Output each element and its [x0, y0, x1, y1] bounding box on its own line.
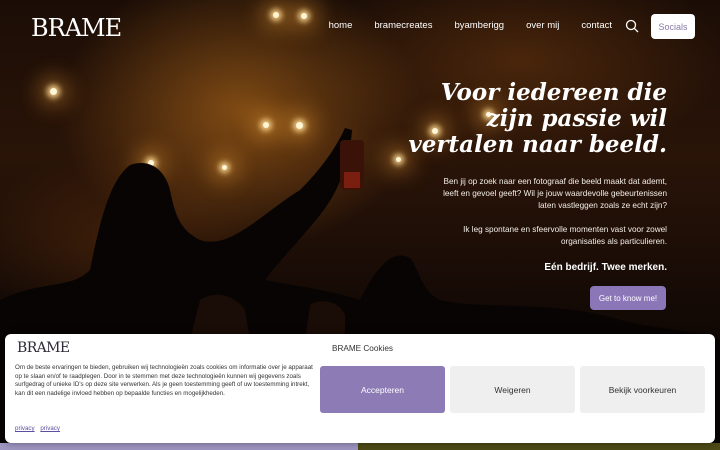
deny-cookies-button[interactable]: Weigeren: [450, 366, 575, 413]
cookie-links: privacy privacy: [15, 425, 64, 432]
main-nav: home bramecreates byamberigg over mij co…: [329, 20, 612, 31]
cookie-banner: BRAME BRAME Cookies Om de beste ervaring…: [5, 334, 715, 443]
privacy-link[interactable]: privacy: [15, 425, 35, 432]
search-icon[interactable]: [625, 19, 639, 33]
nav-link-byamberigg[interactable]: byamberigg: [454, 20, 504, 31]
hero-tagline: Eén bedrijf. Twee merken.: [544, 262, 667, 273]
brand-logo[interactable]: BRAME: [31, 14, 122, 42]
socials-button[interactable]: Socials: [651, 14, 695, 39]
hero-intro: Ben jij op zoek naar een fotograaf die b…: [437, 176, 667, 260]
cookie-description: Om de beste ervaringen te bieden, gebrui…: [15, 364, 313, 397]
view-preferences-button[interactable]: Bekijk voorkeuren: [580, 366, 705, 413]
cookie-title: BRAME Cookies: [332, 344, 393, 353]
hero-paragraph: Ik leg spontane en sfeervolle momenten v…: [463, 225, 667, 246]
privacy-link[interactable]: privacy: [40, 425, 60, 432]
get-to-know-me-button[interactable]: Get to know me!: [590, 286, 666, 310]
nav-link-bramecreates[interactable]: bramecreates: [374, 20, 432, 31]
cookie-logo: BRAME: [17, 340, 70, 356]
accept-cookies-button[interactable]: Accepteren: [320, 366, 445, 413]
nav-link-over-mij[interactable]: over mij: [526, 20, 559, 31]
nav-link-home[interactable]: home: [329, 20, 353, 31]
section-strip-left: [0, 443, 358, 450]
nav-link-contact[interactable]: contact: [581, 20, 612, 31]
hero-headline: Voor iedereen die zijn passie wil vertal…: [408, 79, 667, 158]
header: BRAME home bramecreates byamberigg over …: [0, 0, 720, 54]
section-strip-right: [358, 443, 720, 450]
hero-paragraph: Ben jij op zoek naar een fotograaf die b…: [443, 177, 667, 210]
